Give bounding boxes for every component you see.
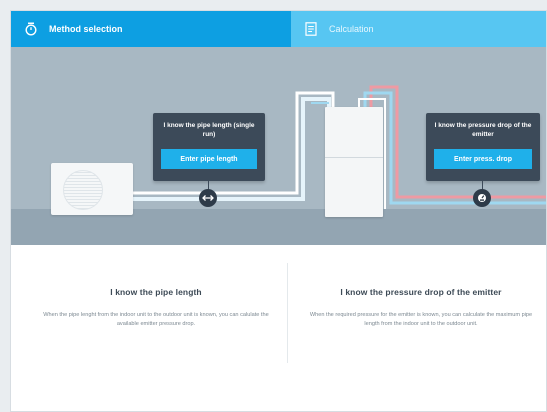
document-icon <box>303 21 319 37</box>
enter-pressure-drop-button[interactable]: Enter press. drop <box>434 149 532 169</box>
enter-pipe-length-button[interactable]: Enter pipe length <box>161 149 257 169</box>
gauge-icon <box>478 194 486 202</box>
pipe-length-option: I know the pipe length When the pipe len… <box>41 245 271 329</box>
pressure-drop-option: I know the pressure drop of the emitter … <box>303 245 539 329</box>
method-options: I know the pipe length When the pipe len… <box>11 245 546 411</box>
double-arrow-icon <box>202 195 214 201</box>
pressure-drop-marker[interactable] <box>473 189 491 207</box>
tab-calculation-label: Calculation <box>329 24 374 34</box>
indoor-unit <box>325 107 383 217</box>
tab-calculation[interactable]: Calculation <box>291 11 546 47</box>
pressure-drop-card-text: I know the pressure drop of the emitter <box>434 122 532 138</box>
pipe-length-marker[interactable] <box>199 189 217 207</box>
app-window: Method selection Calculation I know the … <box>10 10 547 412</box>
pipe-length-option-title: I know the pipe length <box>110 287 202 297</box>
outdoor-unit <box>51 163 133 215</box>
column-divider <box>287 263 288 363</box>
pipe-length-option-description: When the pipe lenght from the indoor uni… <box>43 312 269 327</box>
step-tabs: Method selection Calculation <box>11 11 546 47</box>
pipe-length-card-text: I know the pipe length (single run) <box>163 122 255 138</box>
tab-method-selection[interactable]: Method selection <box>11 11 291 47</box>
system-illustration: I know the pipe length (single run) Ente… <box>11 47 546 245</box>
tab-method-selection-label: Method selection <box>49 24 123 34</box>
pressure-drop-option-title: I know the pressure drop of the emitter <box>340 287 502 297</box>
pipe-length-card: I know the pipe length (single run) Ente… <box>153 113 265 181</box>
pressure-drop-card: I know the pressure drop of the emitter … <box>426 113 540 181</box>
indoor-unit-seam <box>325 157 383 158</box>
pressure-drop-option-description: When the required pressure for the emitt… <box>309 312 533 327</box>
fan-grille <box>63 170 103 210</box>
stopwatch-icon <box>23 21 39 37</box>
